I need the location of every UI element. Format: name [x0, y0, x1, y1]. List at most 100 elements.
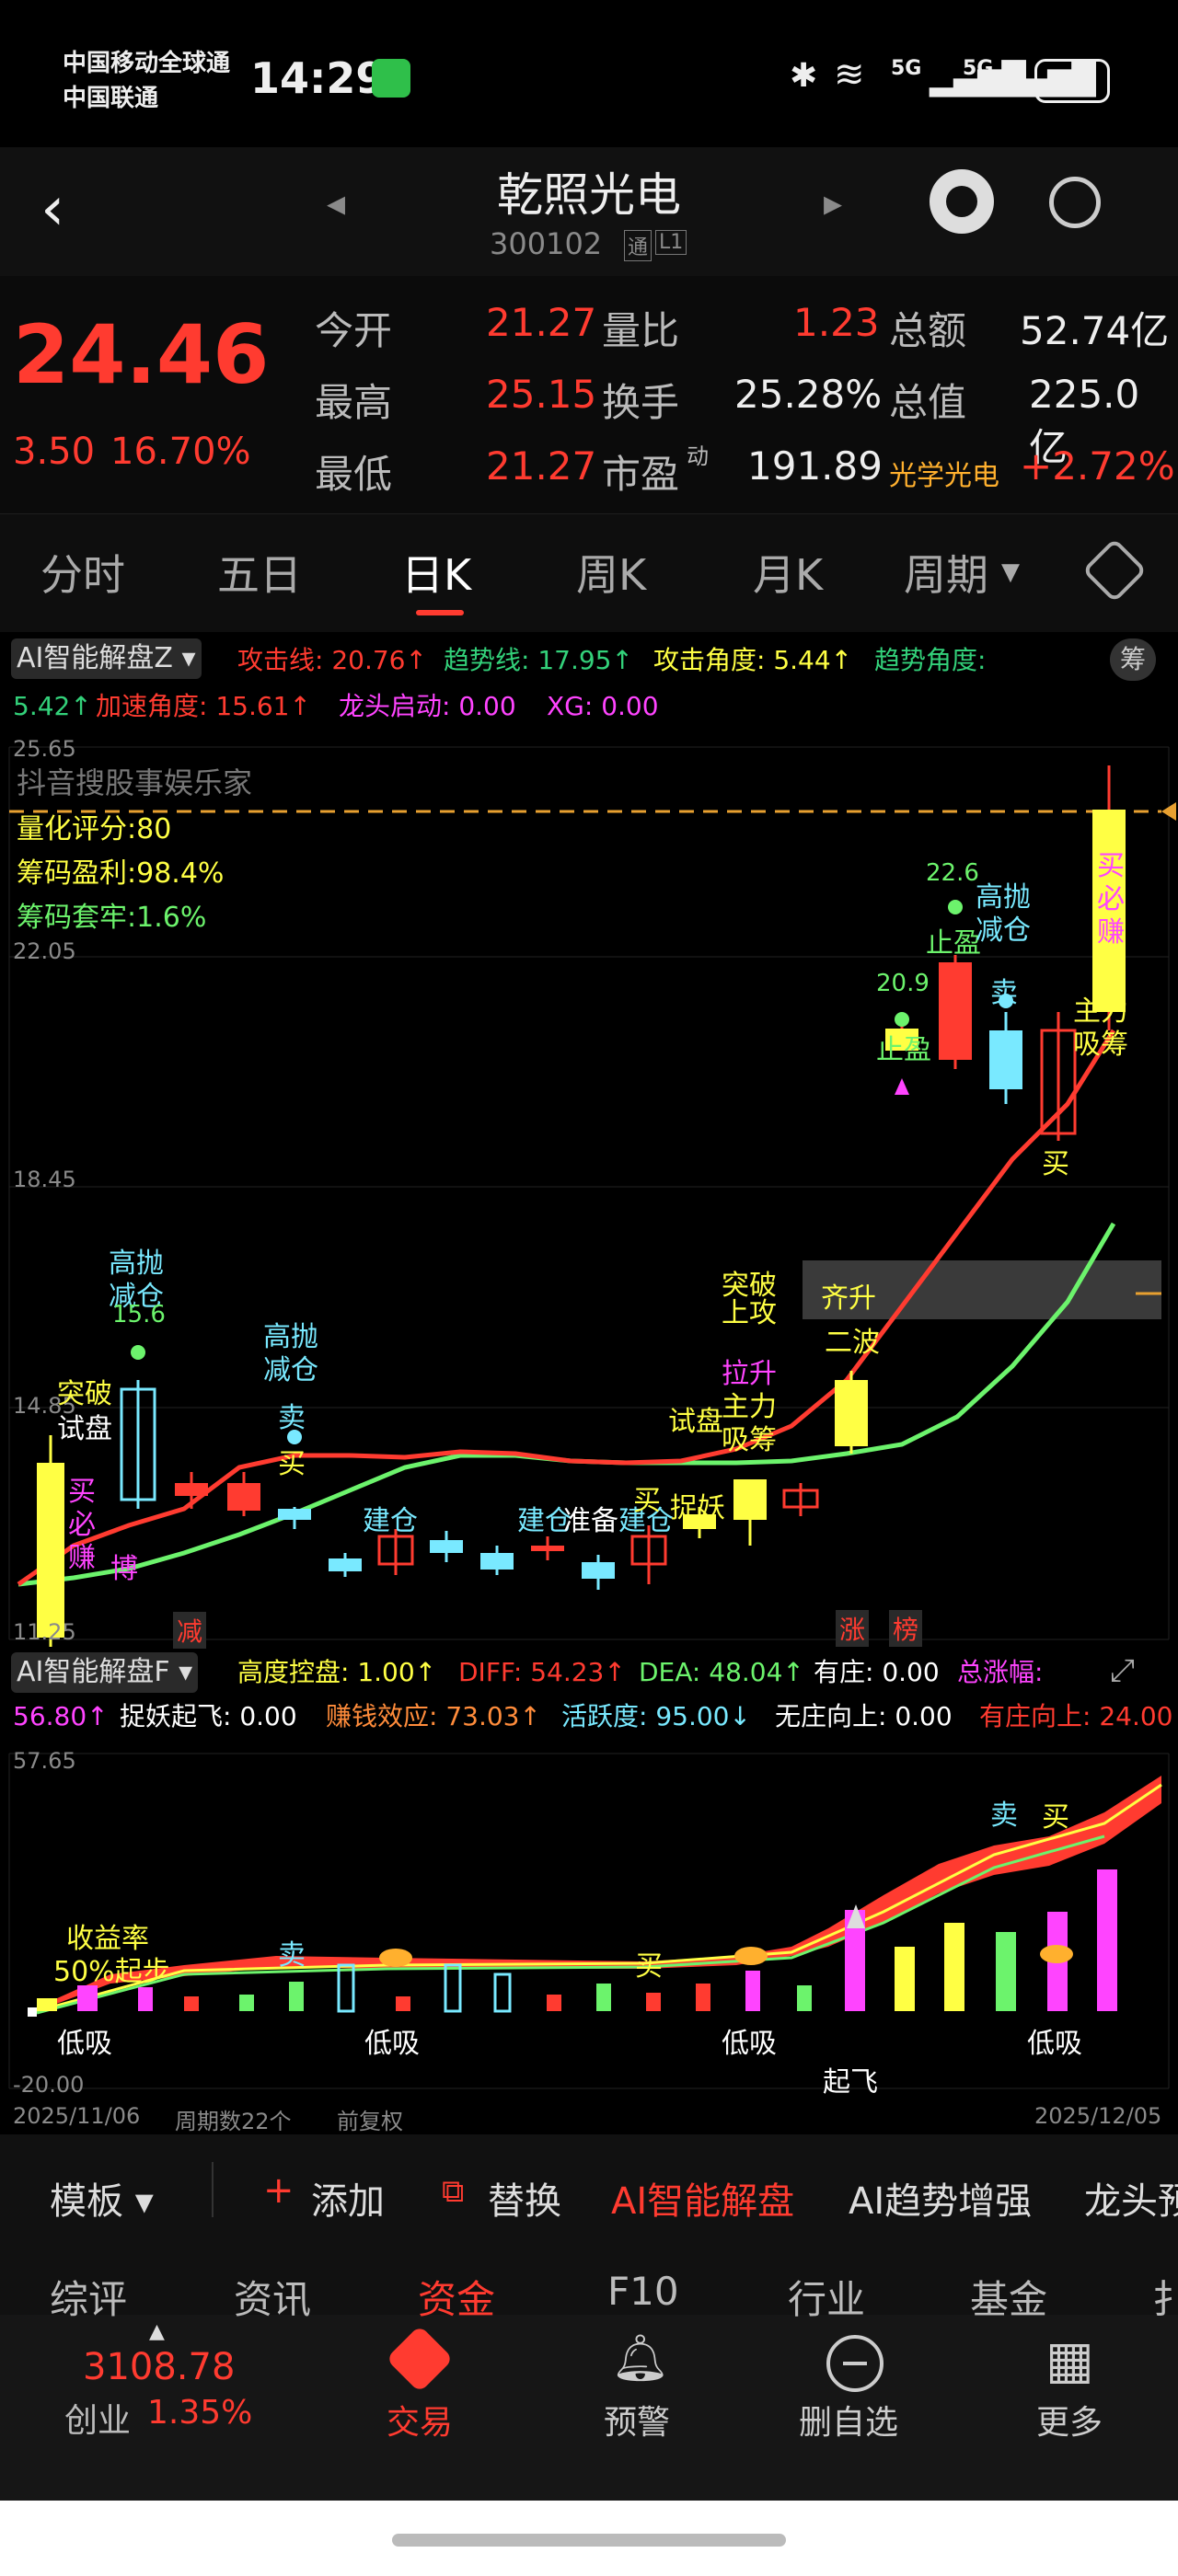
replace-icon: ⧉: [442, 2173, 465, 2210]
subtab-overview[interactable]: 综评: [50, 2269, 127, 2325]
annot-buy-3: 买: [1042, 1148, 1069, 1180]
nav-remove-watchlist[interactable]: 删自选: [799, 2396, 898, 2444]
money-effect: 赚钱效应: 73.03↑: [326, 1701, 541, 1731]
open-value: 21.27: [486, 300, 597, 345]
caret-up-icon: ▲: [149, 2320, 165, 2343]
annot-take-profit-2: 止盈: [926, 927, 981, 960]
range-count: 周期数22个: [175, 2109, 292, 2134]
y-axis-max: 25.65: [13, 736, 76, 762]
no-dealer-up: 无庄向上: 0.00: [775, 1701, 953, 1731]
subtab-f10[interactable]: F10: [607, 2269, 679, 2314]
indicator-toolbar: 模板 ▾ + 添加 ⧉ 替换 AI智能解盘 AI趋势增强 龙头预: [0, 2134, 1178, 2254]
annot-buy-1: 买: [278, 1448, 306, 1480]
annot-prepare: 准备: [563, 1505, 618, 1537]
amount-label: 总额: [889, 308, 967, 353]
settings-icon[interactable]: [1081, 537, 1148, 604]
tab-intraday[interactable]: 分时: [40, 542, 125, 603]
annot-high-sell-2: 高抛 减仓: [263, 1321, 318, 1386]
quote-panel: 24.46 3.50 16.70% 今开 21.27 量比 1.23 总额 52…: [0, 276, 1178, 513]
annot-price-15-6: 15.6: [112, 1301, 166, 1328]
turnover-value: 25.28%: [734, 372, 883, 417]
tab-daily-k[interactable]: 日K: [401, 542, 471, 603]
indicator-1-name: AI智能解盘Z: [17, 642, 173, 674]
turnover-label: 换手: [602, 380, 680, 425]
annot-price-22-6: 22.6: [926, 859, 979, 887]
annot-ind-buy-2: 买: [1042, 1801, 1069, 1834]
expand-icon[interactable]: ⤢: [1110, 1652, 1135, 1689]
sector-name[interactable]: 光学光电: [889, 453, 999, 493]
nav-trade[interactable]: 交易: [387, 2396, 453, 2444]
subtab-funds[interactable]: 资金: [418, 2269, 495, 2325]
carrier-2: 中国联通: [63, 85, 159, 112]
replace-button[interactable]: 替换: [488, 2171, 561, 2225]
ai-trend-button[interactable]: AI趋势增强: [849, 2171, 1032, 2225]
wechat-icon: [372, 59, 410, 98]
annot-absorb: 吸筹: [722, 1424, 777, 1456]
annot-must-earn-2: 买必赚: [1097, 850, 1125, 949]
add-button[interactable]: 添加: [311, 2171, 385, 2225]
y-axis-min: 11.25: [13, 1619, 76, 1645]
subtab-more[interactable]: 扌: [1152, 2269, 1178, 2325]
annot-sell-2: 卖: [990, 977, 1018, 1009]
subtab-news[interactable]: 资讯: [234, 2269, 311, 2325]
chip-profit: 筹码盈利:98.4%: [17, 857, 225, 890]
quant-score: 量化评分:80: [17, 813, 172, 845]
battery-icon: 69: [1034, 59, 1110, 103]
next-stock-icon[interactable]: ▸: [824, 182, 842, 224]
subtab-industry[interactable]: 行业: [788, 2269, 865, 2325]
tab-five-day[interactable]: 五日: [217, 542, 302, 603]
annot-catch-demon: 捉妖: [670, 1492, 725, 1524]
annot-price-20-9: 20.9: [876, 970, 930, 997]
clock: 14:29: [250, 53, 386, 103]
subtab-fund[interactable]: 基金: [970, 2269, 1047, 2325]
trade-icon: [386, 2325, 454, 2393]
annot-take-profit-1: 止盈: [876, 1034, 931, 1066]
indicator-selector-2[interactable]: AI智能解盘F ▾: [11, 1652, 199, 1693]
annot-test: 试盘: [57, 1413, 112, 1445]
chevron-down-icon: ▾: [169, 1656, 193, 1688]
last-price: 24.46: [13, 307, 270, 402]
annot-build: 建仓: [363, 1505, 418, 1537]
high-value: 25.15: [486, 372, 597, 417]
accel-angle: 加速角度: 15.61↑: [96, 691, 311, 721]
index-name: 创业: [64, 2402, 132, 2440]
dragon-button[interactable]: 龙头预: [1084, 2171, 1178, 2225]
annot-50pct: 50%起步: [53, 1956, 170, 1988]
tab-weekly-k[interactable]: 周K: [576, 542, 646, 603]
annot-high-sell-3: 高抛 减仓: [976, 881, 1031, 947]
annot-ind-buy-1: 买: [635, 1950, 663, 1983]
mv-label: 总值: [889, 380, 967, 425]
add-icon: +: [263, 2169, 294, 2212]
template-button[interactable]: 模板 ▾: [50, 2171, 154, 2225]
pe-label: 市盈: [602, 452, 680, 497]
trend-angle: 趋势角度:: [874, 645, 987, 675]
grid-icon: ▦: [1045, 2330, 1094, 2390]
high-label: 最高: [315, 380, 393, 425]
trend-line: 趋势线: 17.95↑: [444, 645, 633, 675]
annot-second-wave: 二波: [825, 1327, 880, 1359]
nav-more[interactable]: 更多: [1036, 2396, 1103, 2444]
watermark: 抖音搜股事娱乐家: [17, 765, 253, 800]
attack-line: 攻击线: 20.76↑: [237, 645, 427, 675]
footer: 综评 资讯 资金 F10 行业 基金 扌 ▲ 3108.78 创业 1.35% …: [0, 2254, 1178, 2576]
low-label: 最低: [315, 452, 393, 497]
ind2-y-min: -20.00: [13, 2072, 85, 2098]
tab-monthly-k[interactable]: 月K: [753, 542, 823, 603]
open-label: 今开: [315, 308, 393, 353]
annot-attack: 上攻: [722, 1297, 777, 1329]
annot-ind-sell-1: 卖: [278, 1939, 306, 1972]
tab-period[interactable]: 周期: [904, 542, 988, 603]
ai-analysis-button[interactable]: AI智能解盘: [611, 2171, 794, 2225]
index-value[interactable]: 3108.78: [83, 2346, 235, 2388]
has-dealer: 有庄: 0.00: [814, 1657, 940, 1687]
chip-badge[interactable]: 筹: [1110, 638, 1156, 681]
home-indicator[interactable]: [392, 2534, 786, 2547]
ind2-y-max: 57.65: [13, 1748, 76, 1774]
pe-value: 191.89: [747, 443, 883, 489]
nav-alert[interactable]: 预警: [604, 2396, 670, 2444]
indicator-selector-1[interactable]: AI智能解盘Z ▾: [11, 638, 202, 679]
search-icon[interactable]: [1049, 177, 1101, 228]
robot-assistant-icon[interactable]: [930, 169, 994, 234]
annot-buy-2: 买: [633, 1485, 661, 1517]
xg-value: XG: 0.00: [547, 691, 659, 721]
